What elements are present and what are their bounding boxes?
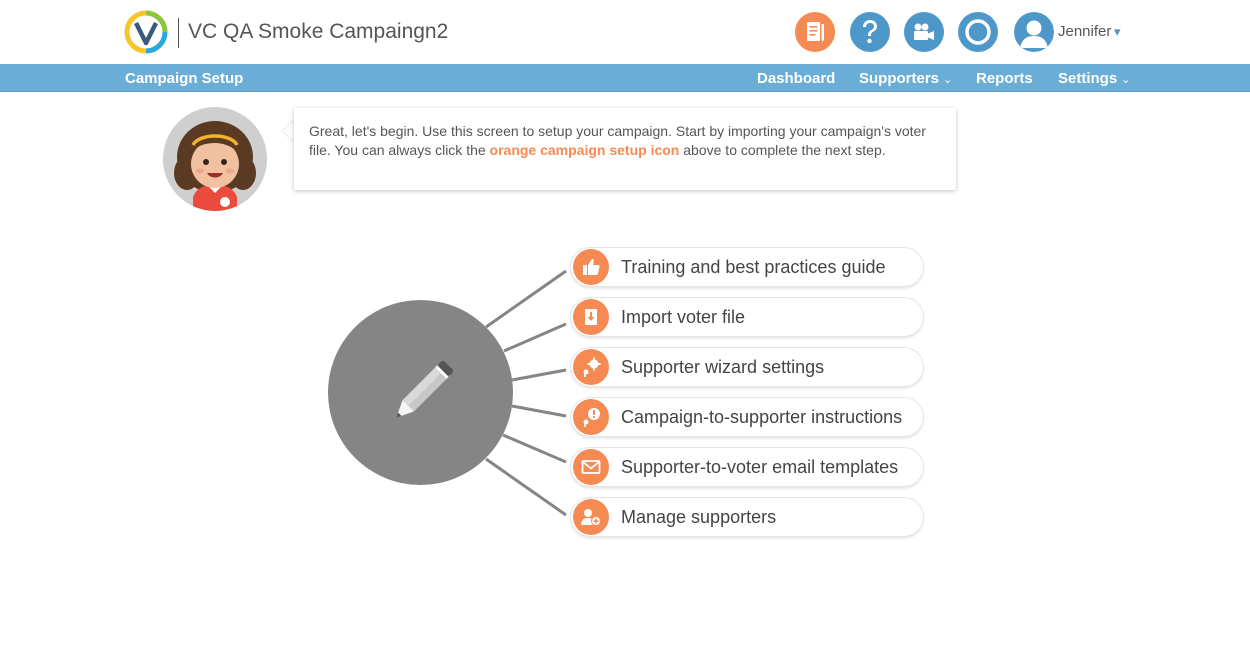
user-menu-caret-icon[interactable]: ▾ [1114, 24, 1121, 40]
nav-supporters[interactable]: Supporters ⌄ [859, 70, 952, 87]
step-supporter-wizard-settings-label: Supporter wizard settings [621, 356, 825, 377]
step-supporter-wizard-settings[interactable]: Supporter wizard settings [571, 348, 923, 386]
app-title: VC QA Smoke Campaingn2 [188, 20, 449, 43]
step-campaign-to-supporter-instructions-label: Campaign-to-supporter instructions [621, 406, 903, 427]
top-header: VC QA Smoke Campaingn2 Jennifer ▾ [0, 0, 1250, 64]
vc-logo[interactable] [124, 10, 168, 54]
guide-message: Great, let's begin. Use this screen to s… [294, 108, 956, 190]
nav-dashboard[interactable]: Dashboard [757, 70, 835, 87]
step-import-voter-file[interactable]: Import voter file [571, 298, 923, 336]
video-icon[interactable] [904, 12, 944, 52]
guide-highlight: orange campaign setup icon [489, 141, 680, 158]
step-campaign-to-supporter-instructions[interactable]: Campaign-to-supporter instructions [571, 398, 923, 436]
help-icon[interactable] [850, 12, 890, 52]
step-training-guide[interactable]: Training and best practices guide [571, 248, 923, 286]
envelope-icon [573, 449, 609, 485]
chevron-down-icon: ⌄ [1121, 74, 1131, 86]
pencil-icon [395, 360, 453, 418]
guide-avatar [163, 107, 267, 211]
add-user-icon [573, 499, 609, 535]
nav-dashboard-label: Dashboard [757, 70, 836, 87]
setup-hub [328, 300, 513, 485]
step-import-voter-file-label: Import voter file [621, 306, 746, 327]
guide-text-after: above to complete the next step. [679, 141, 886, 158]
nav-reports-label: Reports [976, 70, 1033, 87]
campaign-setup-icon[interactable] [795, 12, 835, 52]
user-name[interactable]: Jennifer [1058, 23, 1111, 40]
circle-icon[interactable] [958, 12, 998, 52]
nav-settings[interactable]: Settings ⌄ [1058, 70, 1130, 87]
brand-divider [178, 18, 179, 48]
thumbs-up-icon [573, 249, 609, 285]
step-training-guide-label: Training and best practices guide [621, 256, 886, 277]
chevron-down-icon: ⌄ [943, 74, 953, 86]
step-manage-supporters-label: Manage supporters [621, 506, 777, 527]
step-supporter-to-voter-email-templates-label: Supporter-to-voter email templates [621, 456, 899, 477]
nav-settings-label: Settings [1058, 70, 1118, 87]
import-file-icon [573, 299, 609, 335]
nav-reports[interactable]: Reports [976, 70, 1033, 87]
user-avatar[interactable] [1014, 12, 1054, 52]
info-wand-icon [573, 399, 609, 435]
main-nav: Campaign Setup Dashboard Supporters ⌄ Rep… [0, 64, 1250, 92]
page-title: Campaign Setup [125, 70, 244, 87]
step-supporter-to-voter-email-templates[interactable]: Supporter-to-voter email templates [571, 448, 923, 486]
gear-wand-icon [573, 349, 609, 385]
step-manage-supporters[interactable]: Manage supporters [571, 498, 923, 536]
nav-supporters-label: Supporters [859, 70, 940, 87]
